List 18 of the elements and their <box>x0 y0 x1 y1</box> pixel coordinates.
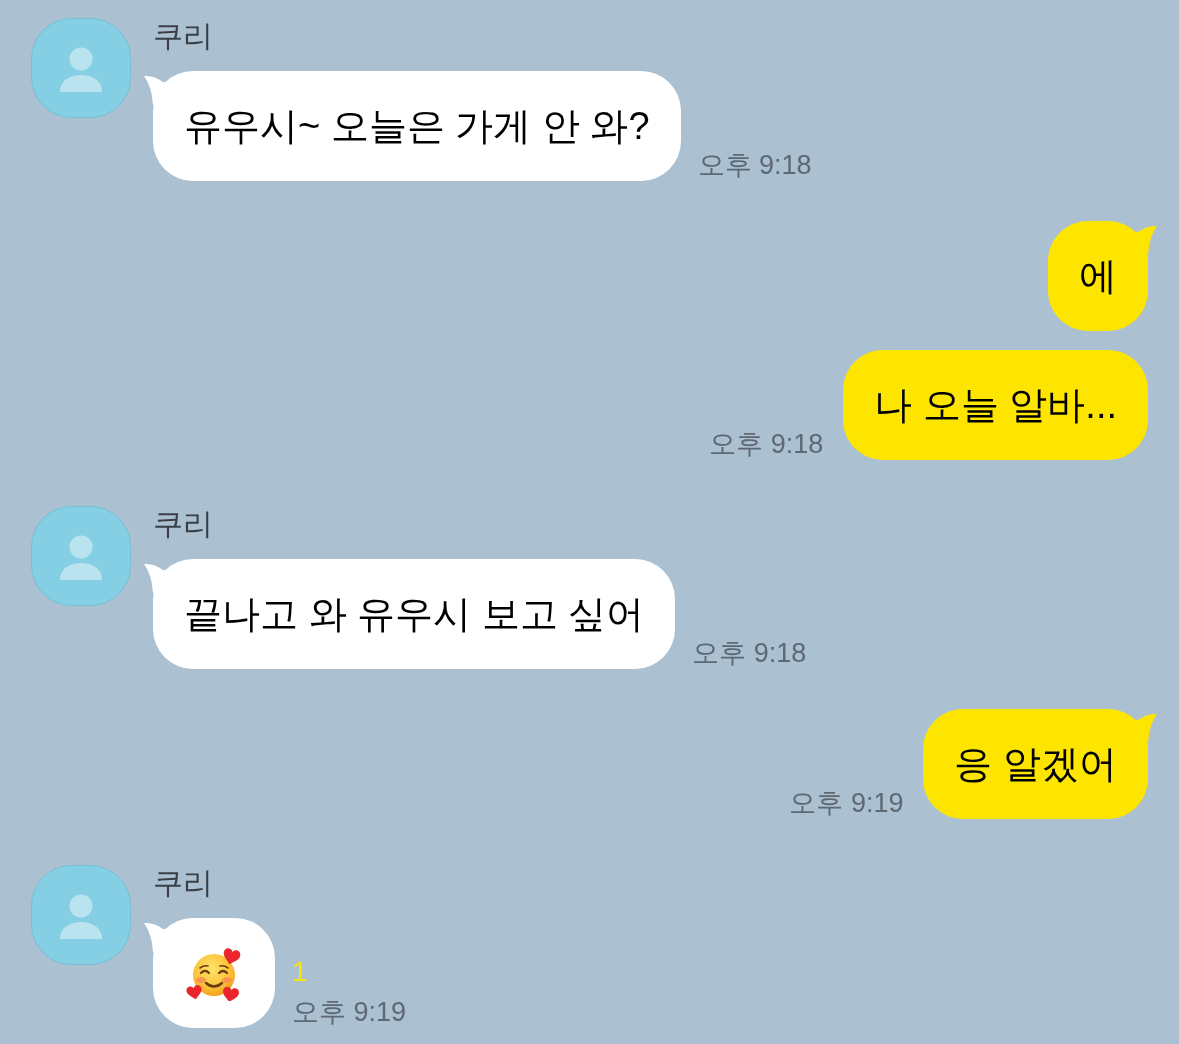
message-bubble: 끝나고 와 유우시 보고 싶어 <box>153 559 676 669</box>
message-bubble: 에 <box>1048 221 1148 331</box>
message-time: 오후 9:18 <box>709 428 824 460</box>
message-time: 오후 9:18 <box>697 149 812 181</box>
sender-name: 쿠리 <box>153 865 213 901</box>
smiling-face-hearts-icon <box>186 945 242 1001</box>
message-bubble: 응 알겠어 <box>923 709 1148 819</box>
sender-name: 쿠리 <box>153 506 213 542</box>
avatar-icon <box>31 506 131 606</box>
sender-name: 쿠리 <box>153 18 213 54</box>
message-time: 오후 9:19 <box>789 787 904 819</box>
avatar-icon <box>31 865 131 965</box>
message-bubble: 나 오늘 알바... <box>843 350 1148 460</box>
message-time: 오후 9:19 <box>292 996 407 1028</box>
message-time: 오후 9:18 <box>692 637 807 669</box>
unread-count: 1 <box>292 956 308 988</box>
message-bubble: 유우시~ 오늘은 가게 안 와? <box>153 71 681 181</box>
avatar-icon <box>31 18 131 118</box>
